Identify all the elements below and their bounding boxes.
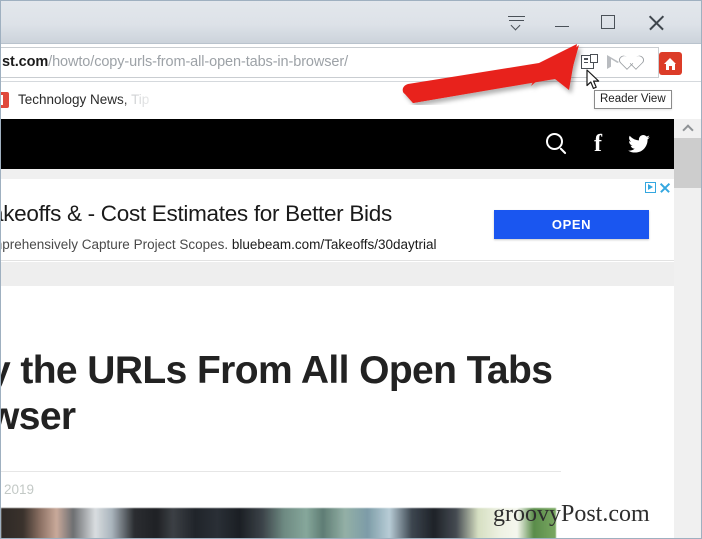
content-gap (1, 262, 674, 286)
watermark: groovyPost.com (493, 501, 650, 527)
browser-window: st.com/howto/copy-urls-from-all-open-tab… (0, 0, 702, 539)
close-ad-icon[interactable] (660, 182, 670, 193)
title-bar (1, 1, 701, 44)
home-icon (664, 57, 677, 70)
reader-view-icon[interactable] (578, 51, 600, 73)
ad-headline[interactable]: akeoffs & - Cost Estimates for Better Bi… (1, 201, 392, 227)
adchoices-icon[interactable] (645, 182, 656, 193)
twitter-link[interactable] (628, 135, 650, 153)
reader-view-tooltip: Reader View (594, 90, 672, 109)
url-text: st.com/howto/copy-urls-from-all-open-tab… (1, 54, 349, 71)
title-fade-overlay (119, 82, 179, 119)
facebook-link[interactable]: f (594, 132, 602, 156)
article-headline-line-2: wser (1, 395, 76, 439)
facebook-icon: f (594, 131, 602, 157)
address-bar-row: st.com/howto/copy-urls-from-all-open-tab… (1, 44, 701, 82)
page-scrollbar[interactable] (674, 119, 701, 538)
nav-gap (1, 169, 674, 179)
ad-display-url[interactable]: bluebeam.com/Takeoffs/30daytrial (232, 237, 437, 252)
search-icon (546, 133, 568, 155)
scrollbar-thumb[interactable] (674, 138, 701, 188)
minimize-icon (555, 25, 569, 28)
ad-subtext-text: mprehensively Capture Project Scopes. (0, 237, 232, 252)
heart-icon (626, 55, 642, 69)
ad-choices-controls (645, 182, 670, 193)
book-icon (580, 54, 598, 69)
page-title-text: Technology News, (18, 92, 132, 107)
tab-list-button[interactable] (493, 1, 539, 43)
send-arrow-icon (607, 55, 619, 69)
article-image (1, 508, 556, 538)
twitter-icon (628, 135, 650, 153)
ad-subtext: mprehensively Capture Project Scopes. bl… (0, 237, 437, 252)
scroll-up-button[interactable] (674, 119, 701, 138)
close-icon (648, 14, 665, 31)
address-input[interactable]: st.com/howto/copy-urls-from-all-open-tab… (1, 47, 659, 78)
minimize-button[interactable] (539, 1, 585, 43)
url-domain: st.com (2, 54, 49, 71)
article-divider (1, 471, 561, 472)
home-button[interactable] (659, 52, 682, 75)
url-path: /howto/copy-urls-from-all-open-tabs-in-b… (48, 54, 349, 71)
favorites-icon[interactable] (623, 51, 645, 73)
site-search-button[interactable] (546, 133, 568, 155)
favicon-icon (1, 92, 9, 108)
article-date: 1, 2019 (1, 482, 35, 497)
close-button[interactable] (633, 1, 679, 43)
maximize-icon (601, 15, 615, 29)
article-card: y the URLs From All Open Tabs wser 1, 20… (1, 286, 674, 506)
article-headline: y the URLs From All Open Tabs wser (0, 348, 553, 440)
chevron-up-icon (681, 124, 694, 136)
maximize-button[interactable] (585, 1, 631, 43)
site-nav-bar: f (1, 119, 674, 169)
ad-open-button[interactable]: OPEN (494, 210, 649, 239)
article-headline-line-1: y the URLs From All Open Tabs (0, 349, 553, 392)
tab-list-icon (507, 15, 525, 30)
